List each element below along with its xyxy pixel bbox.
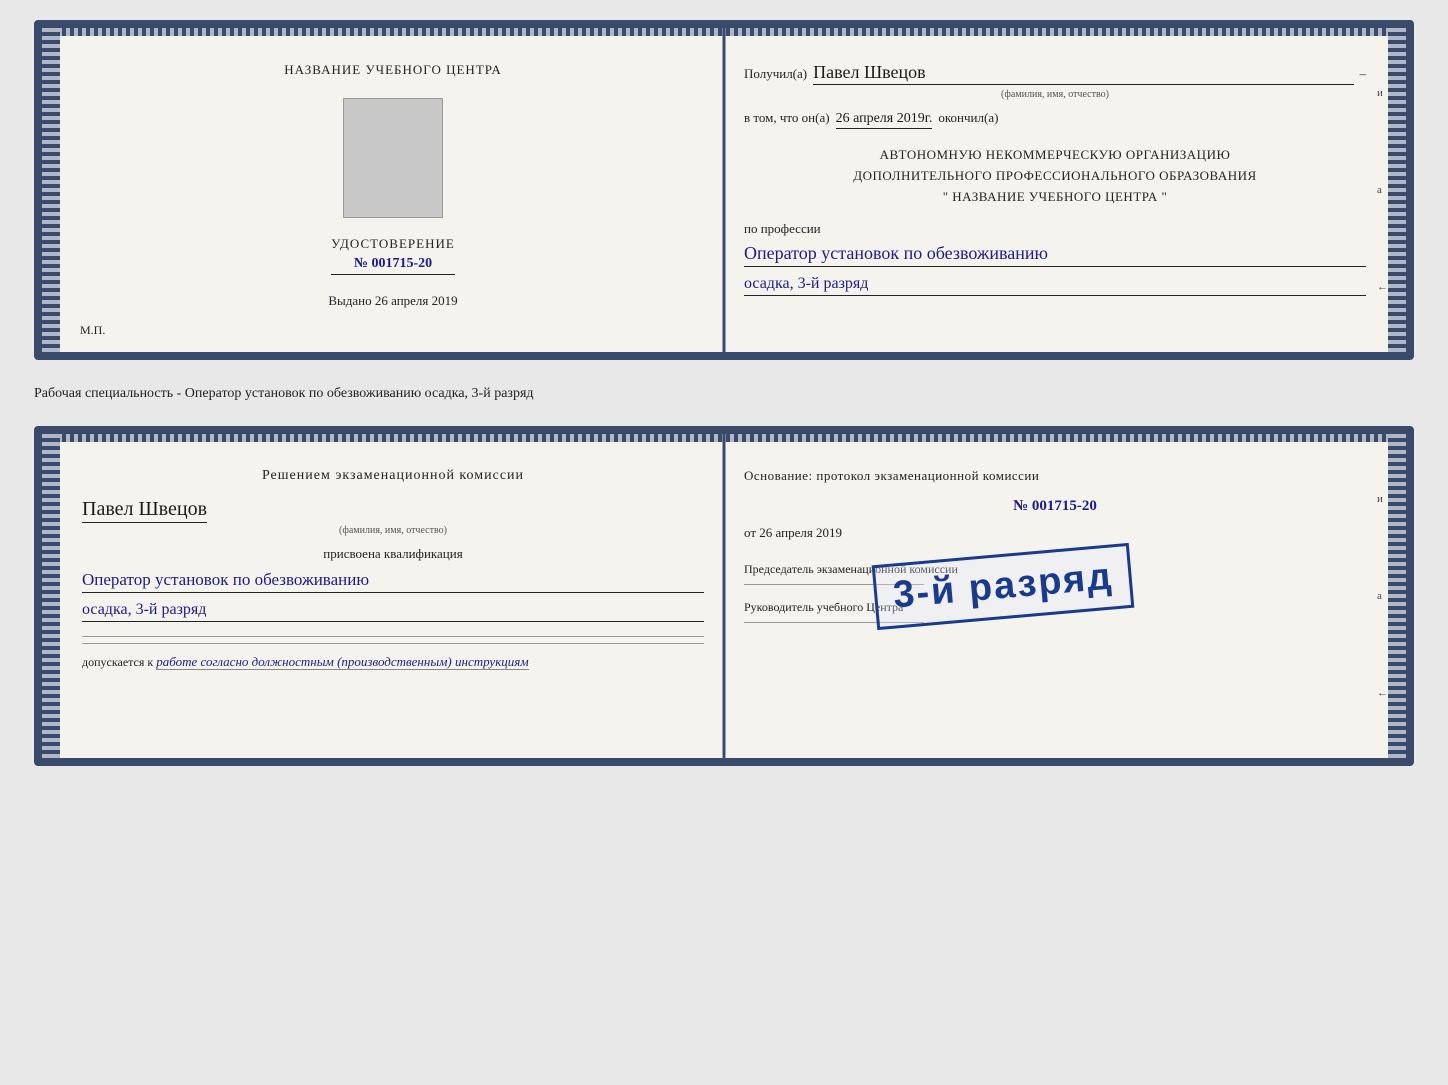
card1-left-panel: НАЗВАНИЕ УЧЕБНОГО ЦЕНТРА УДОСТОВЕРЕНИЕ №… bbox=[42, 28, 724, 352]
dopusk-description: работе согласно должностным (производств… bbox=[156, 654, 528, 670]
edge-right-2: и а ← bbox=[1377, 434, 1388, 758]
dopuskaetsya-text: допускается к bbox=[82, 655, 153, 669]
po-professii-label: по профессии bbox=[744, 221, 1366, 237]
separator-text: Рабочая специальность - Оператор установ… bbox=[34, 378, 1414, 408]
poluchil-line: Получил(а) Павел Швецов – bbox=[744, 62, 1366, 85]
profession-1: Оператор установок по обезвоживанию bbox=[744, 243, 1366, 267]
org-block: АВТОНОМНУЮ НЕКОММЕРЧЕСКУЮ ОРГАНИЗАЦИЮ ДО… bbox=[744, 145, 1366, 207]
card1-right-panel: Получил(а) Павел Швецов – (фамилия, имя,… bbox=[724, 28, 1406, 352]
edge-char-arrow: ← bbox=[1377, 281, 1388, 293]
vydano-line: Выдано 26 апреля 2019 bbox=[328, 293, 457, 309]
ot-date-line: от 26 апреля 2019 bbox=[744, 525, 1366, 541]
edge-char-i: и bbox=[1377, 87, 1388, 99]
card2-right-panel: Основание: протокол экзаменационной коми… bbox=[724, 434, 1406, 758]
cert-number-1: № 001715-20 bbox=[331, 256, 455, 275]
fio-subtitle-2: (фамилия, имя, отчество) bbox=[82, 525, 704, 536]
ot-date: 26 апреля 2019 bbox=[759, 525, 842, 540]
certificate-card-1: НАЗВАНИЕ УЧЕБНОГО ЦЕНТРА УДОСТОВЕРЕНИЕ №… bbox=[34, 20, 1414, 360]
vtom-date: 26 апреля 2019г. bbox=[836, 111, 933, 129]
udostoverenie-block: УДОСТОВЕРЕНИЕ № 001715-20 bbox=[331, 236, 455, 275]
razryad-1: осадка, 3-й разряд bbox=[744, 275, 1366, 296]
poluchil-text: Получил(а) bbox=[744, 66, 807, 82]
okonchil-text: окончил(а) bbox=[938, 110, 998, 126]
udostoverenie-label: УДОСТОВЕРЕНИЕ bbox=[331, 236, 455, 252]
edge-char-arrow2: ← bbox=[1377, 687, 1388, 699]
separator-rule-2 bbox=[82, 643, 704, 644]
vtom-text: в том, что он(а) bbox=[744, 110, 830, 126]
card2-left-panel: Решением экзаменационной комиссии Павел … bbox=[42, 434, 724, 758]
ot-label: от bbox=[744, 525, 756, 540]
dash-1: – bbox=[1360, 66, 1367, 82]
protocol-number: № 001715-20 bbox=[744, 498, 1366, 515]
name-block2: Павел Швецов (фамилия, имя, отчество) bbox=[82, 498, 704, 536]
osnovanie-title: Основание: протокол экзаменационной коми… bbox=[744, 468, 1366, 484]
vydano-label: Выдано bbox=[328, 293, 371, 308]
org-line1: АВТОНОМНУЮ НЕКОММЕРЧЕСКУЮ ОРГАНИЗАЦИЮ bbox=[744, 145, 1366, 166]
profession-2: Оператор установок по обезвоживанию bbox=[82, 570, 704, 593]
org-line3: " НАЗВАНИЕ УЧЕБНОГО ЦЕНТРА " bbox=[744, 187, 1366, 208]
vydano-date: 26 апреля 2019 bbox=[375, 293, 458, 308]
resheniem-title: Решением экзаменационной комиссии bbox=[82, 468, 704, 484]
photo-placeholder bbox=[343, 98, 443, 218]
dopuskaetsya-line: допускается к работе согласно должностны… bbox=[82, 654, 704, 670]
fio-subtitle-1: (фамилия, имя, отчество) bbox=[744, 89, 1366, 100]
vtom-line: в том, что он(а) 26 апреля 2019г. окончи… bbox=[744, 110, 1366, 129]
card1-school-title: НАЗВАНИЕ УЧЕБНОГО ЦЕНТРА bbox=[284, 62, 501, 78]
recipient-name-2: Павел Швецов bbox=[82, 498, 207, 523]
razryad-2: осадка, 3-й разряд bbox=[82, 601, 704, 622]
separator-rule-1 bbox=[82, 636, 704, 637]
edge-char-i2: и bbox=[1377, 493, 1388, 505]
stamp-text: 3-й разряд bbox=[892, 555, 1115, 616]
mp-label: М.П. bbox=[80, 323, 105, 338]
recipient-name-1: Павел Швецов bbox=[813, 62, 1353, 85]
page-wrapper: НАЗВАНИЕ УЧЕБНОГО ЦЕНТРА УДОСТОВЕРЕНИЕ №… bbox=[34, 20, 1414, 766]
edge-char-a2: а bbox=[1377, 590, 1388, 602]
edge-char-a: а bbox=[1377, 184, 1388, 196]
prisvoena-text: присвоена квалификация bbox=[82, 546, 704, 562]
certificate-card-2: Решением экзаменационной комиссии Павел … bbox=[34, 426, 1414, 766]
org-line2: ДОПОЛНИТЕЛЬНОГО ПРОФЕССИОНАЛЬНОГО ОБРАЗО… bbox=[744, 166, 1366, 187]
edge-right-1: и а ← bbox=[1377, 28, 1388, 352]
